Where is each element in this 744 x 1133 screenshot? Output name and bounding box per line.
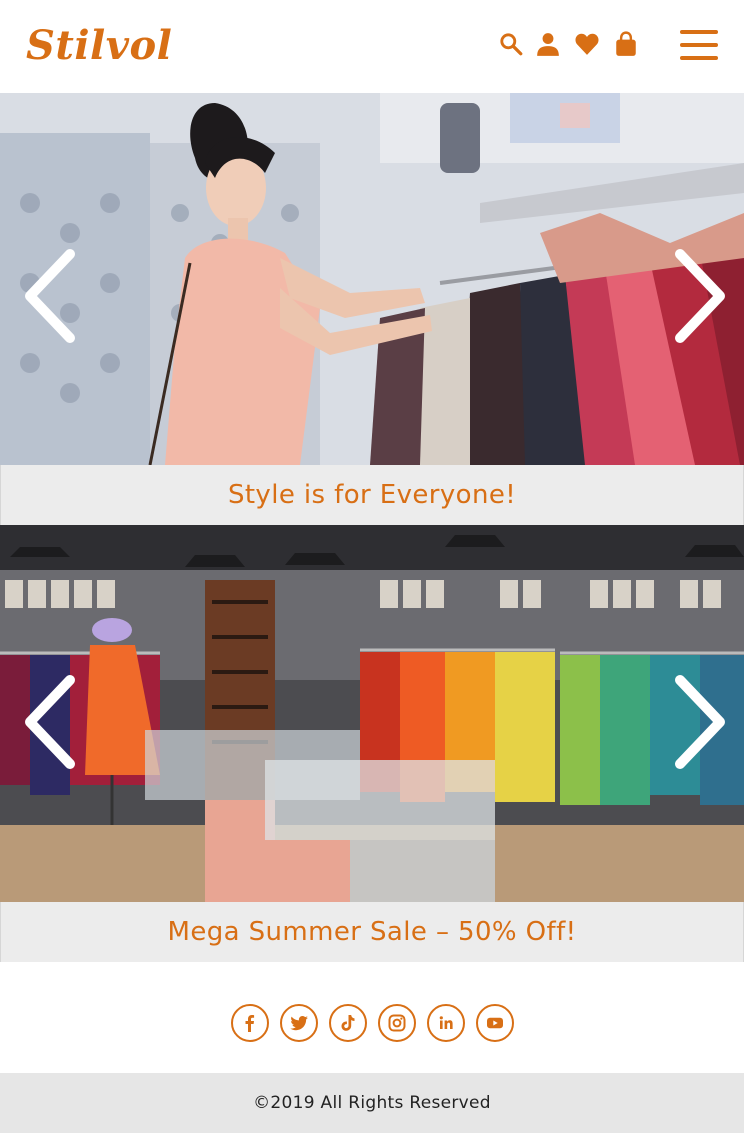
slide-caption-2: Mega Summer Sale – 50% Off! bbox=[0, 902, 744, 962]
site-header: Stilvol bbox=[0, 0, 744, 93]
carousel-next-button-2[interactable] bbox=[670, 672, 730, 772]
hero-slide-image bbox=[0, 93, 744, 465]
slide-caption-text-2: Mega Summer Sale – 50% Off! bbox=[167, 917, 577, 947]
carousel-next-button[interactable] bbox=[670, 246, 730, 346]
search-icon[interactable] bbox=[498, 31, 524, 57]
sale-slide-image bbox=[0, 525, 744, 902]
user-icon[interactable] bbox=[535, 31, 561, 57]
slide-caption: Style is for Everyone! bbox=[0, 465, 744, 525]
facebook-icon[interactable] bbox=[230, 1004, 269, 1042]
slide-caption-text: Style is for Everyone! bbox=[227, 480, 517, 510]
hamburger-menu-icon[interactable] bbox=[680, 28, 718, 62]
youtube-icon[interactable] bbox=[475, 1004, 514, 1042]
linkedin-icon[interactable] bbox=[426, 1004, 465, 1042]
twitter-icon[interactable] bbox=[279, 1004, 318, 1042]
carousel-prev-button-2[interactable] bbox=[20, 672, 80, 772]
instagram-icon[interactable] bbox=[377, 1004, 416, 1042]
heart-icon[interactable] bbox=[574, 31, 600, 57]
carousel-prev-button[interactable] bbox=[20, 246, 80, 346]
copyright-text: ©2019 All Rights Reserved bbox=[253, 1093, 491, 1113]
shopping-bag-icon[interactable] bbox=[613, 31, 639, 57]
social-links bbox=[0, 1004, 744, 1048]
site-footer: ©2019 All Rights Reserved bbox=[0, 1073, 744, 1133]
brand-logo[interactable]: Stilvol bbox=[26, 22, 172, 69]
tiktok-icon[interactable] bbox=[328, 1004, 367, 1042]
